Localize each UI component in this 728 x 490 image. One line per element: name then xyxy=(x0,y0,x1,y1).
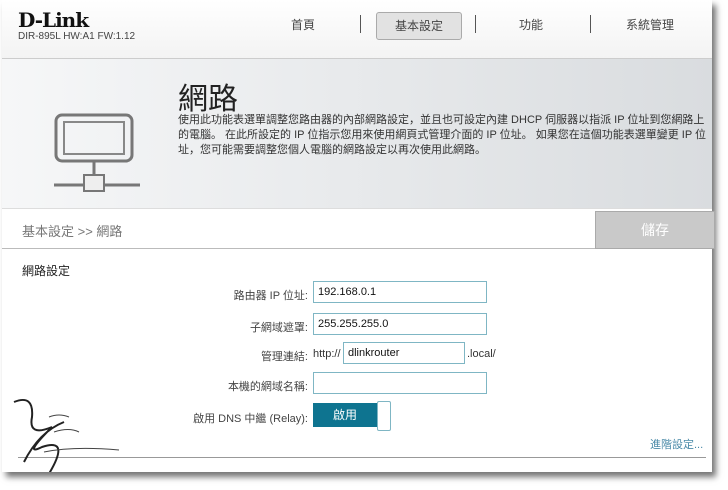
subnet-mask-label: 子網域遮罩: xyxy=(249,322,308,334)
management-link-input[interactable]: dlinkrouter xyxy=(343,342,465,364)
router-ip-input[interactable]: 192.168.0.1 xyxy=(313,281,487,303)
nav-system-management[interactable]: 系統管理 xyxy=(612,12,688,38)
watermark-signature xyxy=(13,398,120,472)
header: D-Link DIR-895L HW:A1 FW:1.12 首頁 基本設定 功能… xyxy=(2,0,712,59)
nav-divider xyxy=(590,15,591,33)
router-ip-label: 路由器 IP 位址: xyxy=(233,290,308,302)
banner: 網路 使用此功能表選單調整您路由器的內部網路設定，並且也可設定內建 DHCP 伺… xyxy=(2,59,712,208)
model-info: DIR-895L HW:A1 FW:1.12 xyxy=(18,31,136,42)
nav-features[interactable]: 功能 xyxy=(498,12,564,38)
breadcrumb-bar: 基本設定 >> 網路 儲存 xyxy=(2,208,715,249)
advanced-settings-link[interactable]: 進階設定... xyxy=(650,436,703,452)
nav-basic-settings[interactable]: 基本設定 xyxy=(376,12,462,40)
management-link-suffix: .local/ xyxy=(467,348,496,360)
management-link-label: 管理連結: xyxy=(260,351,308,363)
management-link-prefix: http:// xyxy=(313,348,341,360)
network-computer-icon xyxy=(54,113,140,192)
nav-home[interactable]: 首頁 xyxy=(270,12,336,38)
page-title: 網路 xyxy=(178,83,238,116)
nav-divider xyxy=(475,15,476,33)
dns-relay-toggle[interactable]: 啟用 xyxy=(313,403,377,427)
dns-relay-toggle-knob[interactable] xyxy=(377,401,391,431)
dns-relay-label: 啟用 DNS 中繼 (Relay): xyxy=(193,413,308,425)
dlink-logo: D-Link xyxy=(18,8,89,32)
domain-name-label: 本機的網域名稱: xyxy=(227,381,308,393)
breadcrumb: 基本設定 >> 網路 xyxy=(22,224,123,239)
save-button[interactable]: 儲存 xyxy=(595,211,715,249)
subnet-mask-input[interactable]: 255.255.255.0 xyxy=(313,313,487,335)
domain-name-input[interactable] xyxy=(313,372,487,394)
page-description: 使用此功能表選單調整您路由器的內部網路設定，並且也可設定內建 DHCP 伺服器以… xyxy=(178,114,707,156)
nav-divider xyxy=(360,15,361,33)
section-title: 網路設定 xyxy=(22,264,71,278)
